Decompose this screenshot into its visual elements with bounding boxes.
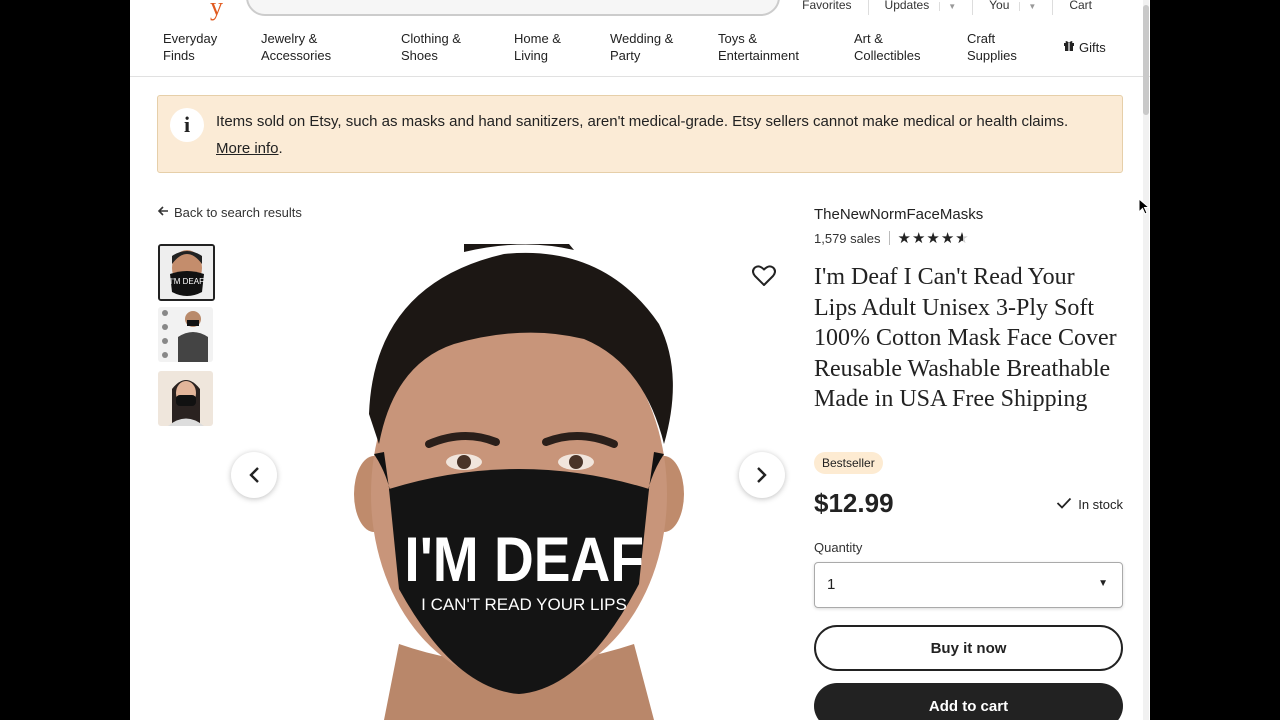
mouse-cursor-icon [1138,197,1151,221]
more-info-link[interactable]: More info [216,140,279,157]
heart-icon [752,265,776,286]
category-toys[interactable]: Toys & Entertainment [718,30,799,64]
category-jewelry[interactable]: Jewelry & Accessories [261,30,331,64]
divider [888,231,890,245]
product-title: I'm Deaf I Can't Read Your Lips Adult Un… [814,264,1117,412]
thumbnail-3[interactable] [158,371,213,426]
updates-link[interactable]: Updates ▼ [867,0,973,15]
back-link-label: Back to search results [174,205,302,220]
banner-message: Items sold on Etsy, such as masks and ha… [216,113,1069,130]
add-to-cart-button[interactable]: Add to cart [814,683,1123,720]
etsy-page: y Favorites Updates ▼ You ▼ Cart Everyday … [130,0,1150,720]
category-clothing[interactable]: Clothing & Shoes [401,30,461,64]
thumbnail-image [158,307,213,362]
scrollbar-thumb[interactable] [1143,5,1149,115]
favorite-button[interactable] [752,265,776,287]
thumbnail-image [158,371,213,426]
shop-stats: 1,579 sales ★★★★★★ [814,229,970,247]
top-nav: Favorites Updates ▼ You ▼ Cart [786,0,1108,15]
quantity-select[interactable]: 1 ▼ [814,562,1123,608]
chevron-down-icon: ▼ [1019,2,1045,11]
gift-icon [1063,39,1075,56]
chevron-right-icon [757,467,767,483]
quantity-label: Quantity [814,540,863,555]
medical-disclaimer-banner: i Items sold on Etsy, such as masks and … [157,95,1123,173]
product-main-image: I'M DEAF I CAN'T READ YOUR LIPS [224,244,770,720]
mask-text-line1: I'M DEAF [404,525,644,595]
category-gifts[interactable]: Gifts [1063,39,1106,56]
category-home[interactable]: Home & Living [514,30,561,64]
quantity-value: 1 [827,576,836,593]
thumbnail-2[interactable] [158,307,213,362]
mask-text-line2: I CAN'T READ YOUR LIPS [421,595,627,614]
arrow-left-icon [157,205,169,220]
category-craft[interactable]: Craft Supplies [967,30,1017,64]
you-label: You [989,0,1010,12]
category-wedding[interactable]: Wedding & Party [610,30,673,64]
category-nav: Everyday Finds Jewelry & Accessories Clo… [130,30,1150,77]
prev-image-button[interactable] [231,452,277,498]
sales-count: 1,579 sales [814,230,881,246]
chevron-left-icon [249,467,259,483]
favorites-link[interactable]: Favorites [786,0,867,15]
cart-label: Cart [1069,0,1092,12]
gifts-label: Gifts [1079,40,1106,55]
search-input[interactable] [246,0,780,16]
stock-label: In stock [1078,497,1123,512]
category-art[interactable]: Art & Collectibles [854,30,920,64]
updates-label: Updates [884,0,930,12]
product-price: $12.99 [814,488,894,518]
check-icon [1056,497,1072,512]
chevron-down-icon: ▼ [1098,578,1108,589]
cart-link[interactable]: Cart [1052,0,1108,15]
chevron-down-icon: ▼ [939,2,965,11]
product-photo: I'M DEAF I CAN'T READ YOUR LIPS [224,244,770,720]
banner-suffix: . [278,140,283,157]
favorites-label: Favorites [802,0,852,12]
bestseller-badge: Bestseller [814,452,883,474]
thumbnail-text: I'M DEAF [170,277,204,286]
etsy-logo[interactable]: y [210,0,223,22]
thumbnail-1[interactable]: I'M DEAF [158,244,215,301]
thumbnail-image: I'M DEAF [160,246,213,299]
stock-status: In stock [1056,497,1123,512]
you-link[interactable]: You ▼ [972,0,1052,15]
category-everyday-finds[interactable]: Everyday Finds [163,30,217,64]
rating-stars-icon[interactable]: ★★★★★★ [898,229,970,247]
buy-it-now-button[interactable]: Buy it now [814,625,1123,671]
page-scrollbar[interactable] [1143,0,1149,720]
banner-text: Items sold on Etsy, such as masks and ha… [216,108,1106,162]
shop-name-link[interactable]: TheNewNormFaceMasks [814,206,983,223]
back-to-search-link[interactable]: Back to search results [157,205,302,220]
info-icon: i [170,108,204,142]
next-image-button[interactable] [739,452,785,498]
